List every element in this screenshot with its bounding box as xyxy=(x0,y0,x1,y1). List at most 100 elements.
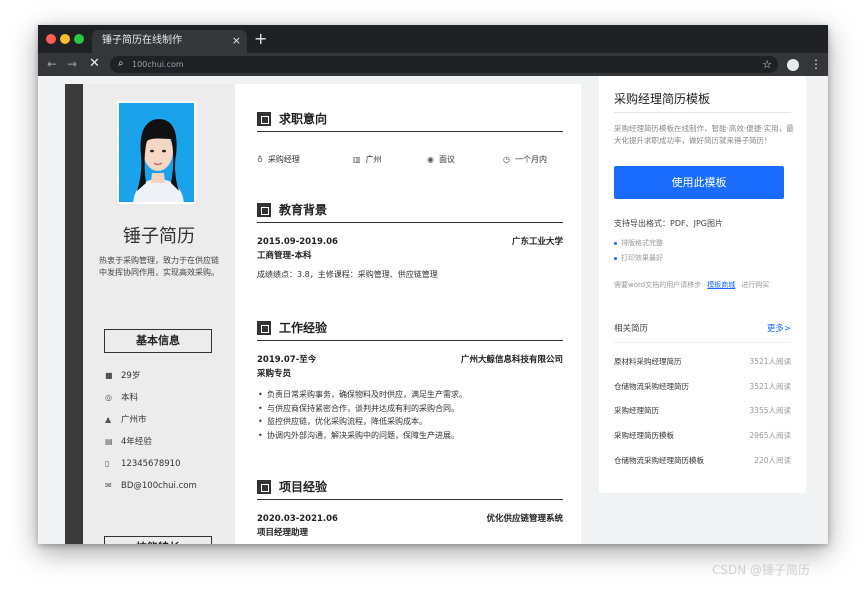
info-row-location: ▲ 广州市 xyxy=(105,414,147,426)
feature-text: 打印效果最好 xyxy=(621,254,663,262)
intent-value: 广州 xyxy=(365,155,382,164)
info-value: 本科 xyxy=(121,393,139,403)
address-bar[interactable]: ⌕ 100chui.com ☆ xyxy=(110,56,778,73)
feature-item: 打印效果最好 xyxy=(614,253,663,263)
work-role: 采购专员 xyxy=(257,369,292,379)
intent-section-heading: 求职意向 xyxy=(257,110,563,132)
use-template-button[interactable]: 使用此模板 xyxy=(614,166,784,199)
education-detail: 成绩绩点：3.8，主修课程：采购管理、供应链管理 xyxy=(257,270,438,279)
location-icon: ▲ xyxy=(105,415,112,424)
export-formats: 支持导出格式：PDF、JPG图片 xyxy=(614,219,723,228)
work-dates: 2019.07-至今 xyxy=(257,355,317,365)
section-icon xyxy=(257,112,271,126)
close-window-button[interactable] xyxy=(46,34,56,44)
education-header-row: 2015.09-2019.06 广东工业大学 xyxy=(257,236,563,248)
project-name: 优化供应链管理系统 xyxy=(486,514,563,524)
resume-intro: 热衷于采购管理，致力于在供应链中发挥协同作用，实现高效采购。 xyxy=(99,256,219,277)
bookmark-star-icon[interactable]: ☆ xyxy=(762,56,772,73)
intent-salary: ◉ 面议 xyxy=(427,154,455,165)
related-views: 3355人阅读 xyxy=(749,406,791,415)
education-icon: ◎ xyxy=(105,393,112,402)
browser-menu-icon[interactable]: ⋮ xyxy=(810,56,822,72)
related-item[interactable]: 仓储物流采购经理简历 3521人阅读 xyxy=(614,382,791,392)
intent-availability: ◷ 一个月内 xyxy=(503,154,547,165)
portrait-image xyxy=(119,103,194,202)
education-school: 广东工业大学 xyxy=(511,237,563,247)
csdn-watermark: CSDN @锤子简历 xyxy=(712,563,811,577)
tie-icon: ♁ xyxy=(257,155,263,164)
work-section-heading: 工作经验 xyxy=(257,319,563,341)
info-row-age: ■ 29岁 xyxy=(105,370,140,382)
tab-close-icon[interactable]: × xyxy=(232,30,241,52)
word-notice: 需要word文档的用户请移步 模板商城 进行购买 xyxy=(614,280,769,290)
section-icon xyxy=(257,203,271,217)
browser-window: 锤子简历在线制作 × + ← → ✕ ⌕ 100chui.com ☆ ⋮ 锤子简… xyxy=(38,25,828,544)
maximize-window-button[interactable] xyxy=(74,34,84,44)
info-value: 29岁 xyxy=(121,371,141,381)
phone-icon: ▯ xyxy=(105,459,110,468)
section-icon xyxy=(257,321,271,335)
profile-avatar-icon[interactable] xyxy=(787,59,799,71)
related-name[interactable]: 仓储物流采购经理简历 xyxy=(614,382,689,391)
section-icon xyxy=(257,480,271,494)
info-value: 4年经验 xyxy=(121,437,152,447)
related-item[interactable]: 采购经理简历 3355人阅读 xyxy=(614,406,791,416)
project-section-heading: 项目经验 xyxy=(257,478,563,500)
basic-info-heading: 基本信息 xyxy=(104,329,212,353)
clock-icon: ◷ xyxy=(503,155,510,164)
work-header-row: 2019.07-至今 广州大鲸信息科技有限公司 xyxy=(257,354,563,366)
word-prefix: 需要word文档的用户请移步 xyxy=(614,281,702,289)
feature-item: 排版格式完整 xyxy=(614,238,663,248)
panel-description: 采购经理简历模板在线制作，智能·高效·便捷·实用，最大化提升求职成功率，做好简历… xyxy=(614,124,794,145)
page-viewport: 锤子简历 热衷于采购管理，致力于在供应链中发挥协同作用，实现高效采购。 基本信息… xyxy=(38,76,828,544)
skills-heading: 技能特长 xyxy=(104,536,212,544)
url-text[interactable]: 100chui.com xyxy=(132,56,184,73)
related-name[interactable]: 采购经理简历 xyxy=(614,406,659,415)
related-item[interactable]: 采购经理简历模板 2965人阅读 xyxy=(614,431,791,441)
forward-arrow-icon[interactable]: → xyxy=(67,56,77,72)
info-value: 12345678910 xyxy=(121,459,181,469)
panel-title: 采购经理简历模板 xyxy=(614,92,711,106)
work-bullets: 负责日常采购事务，确保物料及时供应，满足生产需求。 与供应商保持紧密合作，谈判并… xyxy=(257,388,563,442)
new-tab-button[interactable]: + xyxy=(254,29,267,49)
resume-accent-bar xyxy=(65,84,83,544)
resume-main: 求职意向 ♁ 采购经理 ▥ 广州 ◉ 面议 ◷ 一个月内 教育背景 2015.09-20… xyxy=(235,84,581,544)
intent-value: 一个月内 xyxy=(514,155,547,164)
template-store-link[interactable]: 模板商城 xyxy=(707,281,735,289)
related-title: 相关简历 xyxy=(614,324,649,334)
related-item[interactable]: 原材料采购经理简历 3521人阅读 xyxy=(614,357,791,367)
section-title: 求职意向 xyxy=(279,112,328,126)
education-major: 工商管理-本科 xyxy=(257,251,312,261)
education-section-heading: 教育背景 xyxy=(257,201,563,223)
related-name[interactable]: 采购经理简历模板 xyxy=(614,431,674,440)
related-name[interactable]: 原材料采购经理简历 xyxy=(614,357,682,366)
intent-city: ▥ 广州 xyxy=(353,154,382,165)
template-panel: 采购经理简历模板 采购经理简历模板在线制作，智能·高效·便捷·实用，最大化提升求… xyxy=(599,76,806,493)
info-row-phone: ▯ 12345678910 xyxy=(105,458,181,470)
related-item[interactable]: 仓储物流采购经理简历模板 220人阅读 xyxy=(614,456,791,466)
list-item: 监控供应链，优化采购流程，降低采购成本。 xyxy=(257,415,563,429)
related-name[interactable]: 仓储物流采购经理简历模板 xyxy=(614,456,704,465)
info-row-education: ◎ 本科 xyxy=(105,392,138,404)
browser-tab[interactable]: 锤子简历在线制作 × xyxy=(92,30,247,53)
section-title: 项目经验 xyxy=(279,480,328,494)
list-item: 协调内外部沟通，解决采购中的问题，保障生产进展。 xyxy=(257,429,563,443)
tab-title: 锤子简历在线制作 xyxy=(102,35,182,46)
search-icon: ⌕ xyxy=(118,58,124,69)
profile-photo xyxy=(117,101,196,204)
title-bar: 锤子简历在线制作 × + xyxy=(38,25,828,53)
project-role: 项目经理助理 xyxy=(257,528,309,538)
feature-text: 排版格式完整 xyxy=(621,239,663,247)
info-value: 广州市 xyxy=(121,415,147,425)
project-dates: 2020.03-2021.06 xyxy=(257,514,338,524)
more-link[interactable]: 更多> xyxy=(767,322,791,334)
stop-loading-icon[interactable]: ✕ xyxy=(89,56,100,72)
section-title: 教育背景 xyxy=(279,203,328,217)
info-row-email: ✉ BD@100chui.com xyxy=(105,480,197,492)
age-icon: ■ xyxy=(105,371,113,380)
resume-name: 锤子简历 xyxy=(123,226,195,247)
minimize-window-button[interactable] xyxy=(60,34,70,44)
education-dates: 2015.09-2019.06 xyxy=(257,237,338,247)
browser-toolbar: ← → ✕ ⌕ 100chui.com ☆ ⋮ xyxy=(38,53,828,76)
back-arrow-icon[interactable]: ← xyxy=(47,56,57,72)
